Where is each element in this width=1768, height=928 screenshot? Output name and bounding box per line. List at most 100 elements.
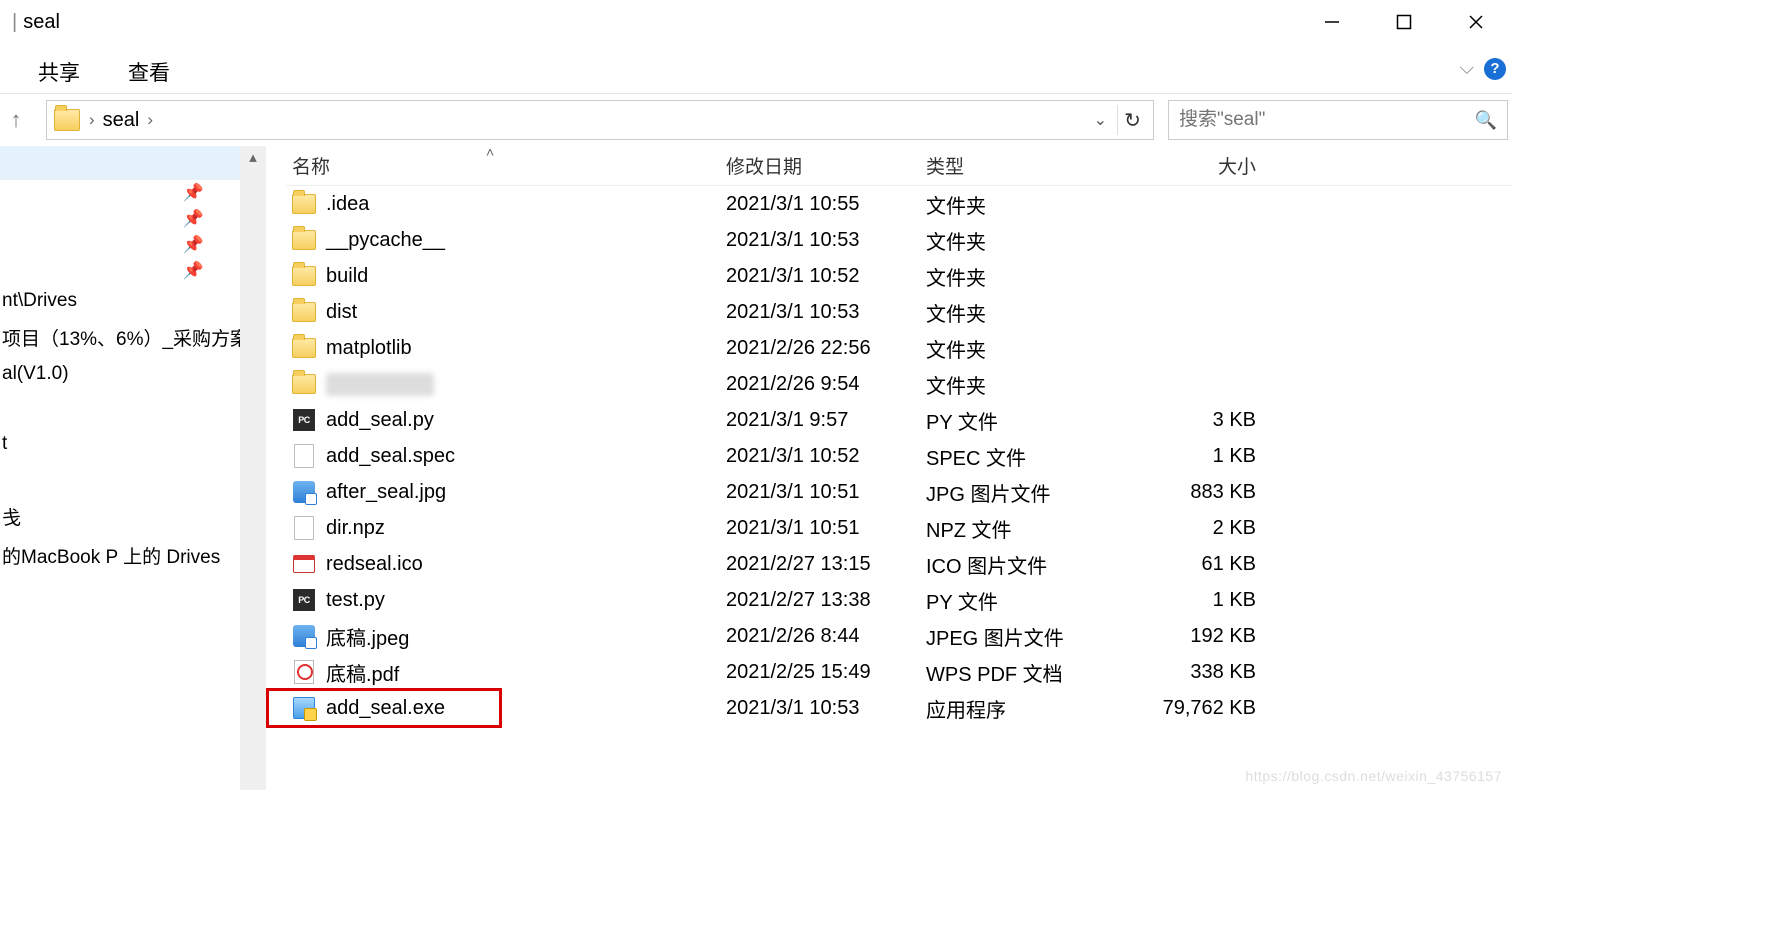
file-name: test.py xyxy=(326,589,385,612)
file-date: 2021/3/1 10:53 xyxy=(726,697,926,720)
file-date: 2021/2/27 13:38 xyxy=(726,589,926,612)
file-row[interactable]: dir.npz 2021/3/1 10:51NPZ 文件2 KB xyxy=(286,510,1512,546)
file-name: .idea xyxy=(326,193,369,216)
file-type: PY 文件 xyxy=(926,586,1126,615)
address-dropdown-icon[interactable]: ⌄ xyxy=(1088,110,1113,130)
ribbon-expand-icon[interactable]: ⌵ xyxy=(1460,58,1474,80)
highlight-box xyxy=(266,688,502,728)
header-size[interactable]: 大小 xyxy=(1126,152,1266,179)
sort-indicator-icon[interactable]: ˄ xyxy=(486,144,494,160)
file-name: after_seal.jpg xyxy=(326,481,446,504)
file-date: 2021/2/26 8:44 xyxy=(726,625,926,648)
file-size: 192 KB xyxy=(1126,625,1266,648)
file-row[interactable]: build2021/3/1 10:52文件夹 xyxy=(286,258,1512,294)
title-bar: | seal xyxy=(0,0,1512,44)
file-row[interactable]: add_seal.spec2021/3/1 10:52SPEC 文件1 KB xyxy=(286,438,1512,474)
file-row[interactable]: PCadd_seal.py2021/3/1 9:57PY 文件3 KB xyxy=(286,402,1512,438)
file-type: NPZ 文件 xyxy=(926,514,1126,543)
maximize-button[interactable] xyxy=(1368,0,1440,44)
file-type: 文件夹 xyxy=(926,226,1126,255)
up-button[interactable]: ↑ xyxy=(0,107,32,133)
file-type: JPEG 图片文件 xyxy=(926,622,1126,651)
file-date: 2021/3/1 10:51 xyxy=(726,481,926,504)
file-date: 2021/3/1 9:57 xyxy=(726,409,926,432)
file-row[interactable]: .idea 2021/3/1 10:55文件夹 xyxy=(286,186,1512,222)
file-date: 2021/3/1 10:52 xyxy=(726,265,926,288)
tab-share[interactable]: 共享 xyxy=(38,57,80,93)
file-name: redseal.ico xyxy=(326,553,423,576)
sidebar-gap xyxy=(0,391,240,427)
file-date: 2021/2/25 15:49 xyxy=(726,661,926,684)
file-type: ICO 图片文件 xyxy=(926,550,1126,579)
pin-icon: 📌 xyxy=(183,261,222,281)
file-size: 61 KB xyxy=(1126,553,1266,576)
file-row[interactable]: matplotlib2021/2/26 22:56文件夹 xyxy=(286,330,1512,366)
file-row[interactable]: PCtest.py2021/2/27 13:38PY 文件1 KB xyxy=(286,582,1512,618)
file-size: 338 KB xyxy=(1126,661,1266,684)
titlebar-separator: | xyxy=(6,11,23,34)
file-type: WPS PDF 文档 xyxy=(926,658,1126,687)
search-input[interactable] xyxy=(1179,109,1475,131)
file-date: 2021/2/27 13:15 xyxy=(726,553,926,576)
file-type: SPEC 文件 xyxy=(926,442,1126,471)
sidebar-item[interactable]: t xyxy=(0,427,240,461)
file-name: build xyxy=(326,265,368,288)
file-type: 文件夹 xyxy=(926,190,1126,219)
sidebar: 📌 📌 📌 📌 nt\Drives 项目（13%、6%）_采购方案 al(V1.… xyxy=(0,146,240,790)
breadcrumb-sep-2[interactable]: › xyxy=(139,110,161,130)
file-row[interactable]: dist2021/3/1 10:53文件夹 xyxy=(286,294,1512,330)
close-button[interactable] xyxy=(1440,0,1512,44)
search-box[interactable]: 🔍 xyxy=(1168,100,1508,140)
file-row[interactable]: __pycache__2021/3/1 10:53文件夹 xyxy=(286,222,1512,258)
refresh-button[interactable]: ↻ xyxy=(1117,105,1147,135)
file-row[interactable]: 底稿.jpeg 2021/2/26 8:44JPEG 图片文件192 KB xyxy=(286,618,1512,654)
address-bar[interactable]: › seal › ⌄ ↻ xyxy=(46,100,1154,140)
file-size: 1 KB xyxy=(1126,589,1266,612)
sidebar-item[interactable]: al(V1.0) xyxy=(0,357,240,391)
window-controls xyxy=(1296,0,1512,44)
sidebar-scrollbar[interactable]: ▴ xyxy=(240,146,266,790)
header-date[interactable]: 修改日期 xyxy=(726,152,926,179)
help-icon[interactable]: ? xyxy=(1484,58,1506,80)
sidebar-item[interactable]: 戋 xyxy=(0,497,240,536)
scroll-up-icon[interactable]: ▴ xyxy=(240,148,266,166)
file-size: 883 KB xyxy=(1126,481,1266,504)
file-name: matplotlib xyxy=(326,337,412,360)
sidebar-item[interactable]: 项目（13%、6%）_采购方案 xyxy=(0,318,240,357)
file-name: dir.npz xyxy=(326,517,385,540)
ribbon-tabs: 共享 查看 ⌵ ? xyxy=(0,44,1512,94)
window-title: seal xyxy=(23,11,60,34)
main-area: 📌 📌 📌 📌 nt\Drives 项目（13%、6%）_采购方案 al(V1.… xyxy=(0,146,1512,790)
header-type[interactable]: 类型 xyxy=(926,152,1126,179)
tab-view[interactable]: 查看 xyxy=(128,57,170,93)
watermark: https://blog.csdn.net/weixin_43756157 xyxy=(1245,768,1502,784)
file-row[interactable]: xxxxxx2021/2/26 9:54文件夹 xyxy=(286,366,1512,402)
header-name[interactable]: 名称 xyxy=(286,152,726,179)
file-date: 2021/2/26 9:54 xyxy=(726,373,926,396)
sidebar-item-selected[interactable] xyxy=(0,146,240,180)
file-row[interactable]: after_seal.jpg 2021/3/1 10:51JPG 图片文件883 … xyxy=(286,474,1512,510)
file-date: 2021/3/1 10:55 xyxy=(726,193,926,216)
file-row[interactable]: 底稿.pdf2021/2/25 15:49WPS PDF 文档338 KB xyxy=(286,654,1512,690)
file-size: 1 KB xyxy=(1126,445,1266,468)
breadcrumb-folder[interactable]: seal xyxy=(103,109,140,132)
breadcrumb-sep: › xyxy=(81,110,103,130)
search-icon[interactable]: 🔍 xyxy=(1475,110,1497,131)
file-type: 文件夹 xyxy=(926,298,1126,327)
sidebar-item[interactable]: nt\Drives xyxy=(0,284,240,318)
file-date: 2021/3/1 10:53 xyxy=(726,301,926,324)
minimize-button[interactable] xyxy=(1296,0,1368,44)
file-size: 2 KB xyxy=(1126,517,1266,540)
file-name-blurred: xxxxxx xyxy=(326,373,434,396)
file-size: 79,762 KB xyxy=(1126,697,1266,720)
file-list: ˄ 名称 修改日期 类型 大小 .idea2021/3/1 10:55文件夹__… xyxy=(266,146,1512,790)
file-name: add_seal.py xyxy=(326,409,434,432)
file-date: 2021/3/1 10:51 xyxy=(726,517,926,540)
sidebar-gap xyxy=(0,461,240,497)
file-name: 底稿.jpeg xyxy=(326,622,409,651)
file-type: 文件夹 xyxy=(926,334,1126,363)
file-row[interactable]: redseal.ico 2021/2/27 13:15ICO 图片文件61 KB xyxy=(286,546,1512,582)
file-type: JPG 图片文件 xyxy=(926,478,1126,507)
sidebar-item[interactable]: 的MacBook P 上的 Drives xyxy=(0,536,240,575)
pin-icon: 📌 xyxy=(183,235,222,255)
